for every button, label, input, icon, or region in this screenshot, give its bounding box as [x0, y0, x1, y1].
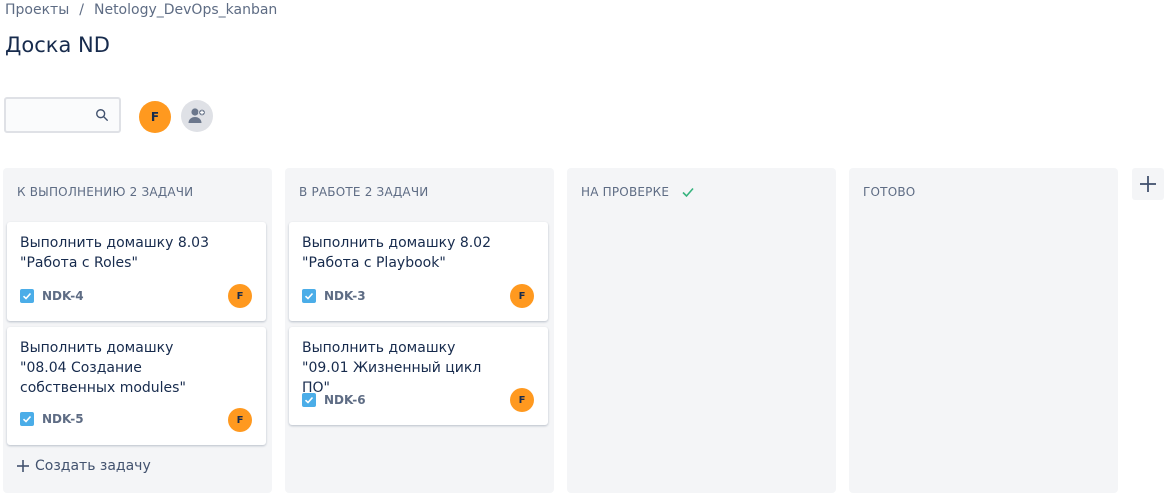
breadcrumb-projects-link[interactable]: Проекты — [5, 2, 69, 18]
checkbox-task-icon — [302, 289, 316, 303]
card-footer: NDK-3 — [302, 289, 366, 303]
task-key[interactable]: NDK-3 — [324, 289, 366, 303]
page-title: Доска ND — [5, 33, 110, 57]
column-header: К ВЫПОЛНЕНИЮ 2 ЗАДАЧИ — [17, 185, 193, 199]
task-card[interactable]: Выполнить домашку "08.04 Создание собств… — [7, 327, 266, 445]
create-task-button[interactable]: Создать задачу — [17, 458, 151, 474]
column-in-progress: В РАБОТЕ 2 ЗАДАЧИ Выполнить домашку 8.02… — [285, 168, 554, 493]
column-title: К ВЫПОЛНЕНИЮ 2 ЗАДАЧИ — [17, 185, 194, 199]
task-card[interactable]: Выполнить домашку 8.02 "Работа с Playboo… — [289, 222, 548, 321]
card-footer: NDK-5 — [20, 412, 84, 426]
task-key[interactable]: NDK-6 — [324, 393, 366, 407]
plus-icon — [1140, 176, 1156, 192]
add-column-button[interactable] — [1132, 168, 1164, 200]
column-header: В РАБОТЕ 2 ЗАДАЧИ — [299, 185, 428, 199]
create-task-label: Создать задачу — [35, 458, 151, 474]
breadcrumb-separator: / — [79, 2, 84, 18]
card-title: Выполнить домашку "08.04 Создание собств… — [20, 340, 186, 396]
plus-icon — [17, 460, 29, 472]
add-member-button[interactable] — [181, 100, 213, 132]
assignee-avatar[interactable]: F — [510, 284, 534, 308]
column-header: ГОТОВО — [863, 185, 915, 199]
column-review: НА ПРОВЕРКЕ — [567, 168, 836, 493]
avatar[interactable]: F — [139, 101, 171, 133]
column-title: НА ПРОВЕРКЕ — [581, 185, 670, 199]
card-title: Выполнить домашку "09.01 Жизненный цикл … — [302, 340, 482, 396]
column-header: НА ПРОВЕРКЕ — [581, 185, 695, 199]
search-icon — [96, 109, 108, 121]
breadcrumb: Проекты / Netology_DevOps_kanban — [5, 2, 277, 18]
add-person-icon — [188, 108, 206, 123]
checkbox-task-icon — [20, 289, 34, 303]
card-footer: NDK-6 — [302, 393, 366, 407]
card-footer: NDK-4 — [20, 289, 84, 303]
search-input[interactable] — [6, 99, 98, 129]
assignee-avatar[interactable]: F — [228, 408, 252, 432]
task-key[interactable]: NDK-5 — [42, 412, 84, 426]
column-todo: К ВЫПОЛНЕНИЮ 2 ЗАДАЧИ Выполнить домашку … — [3, 168, 272, 493]
assignee-avatar[interactable]: F — [228, 284, 252, 308]
task-card[interactable]: Выполнить домашку "09.01 Жизненный цикл … — [289, 327, 548, 425]
checkbox-task-icon — [20, 412, 34, 426]
column-done: ГОТОВО — [849, 168, 1118, 493]
column-title: В РАБОТЕ 2 ЗАДАЧИ — [299, 185, 429, 199]
card-title: Выполнить домашку 8.03 "Работа с Roles" — [20, 235, 209, 271]
assignee-avatar[interactable]: F — [510, 388, 534, 412]
checkbox-task-icon — [302, 393, 316, 407]
breadcrumb-board-link[interactable]: Netology_DevOps_kanban — [94, 2, 277, 18]
task-key[interactable]: NDK-4 — [42, 289, 84, 303]
search-box[interactable] — [4, 97, 121, 133]
card-title: Выполнить домашку 8.02 "Работа с Playboo… — [302, 235, 491, 271]
check-icon — [682, 187, 694, 198]
task-card[interactable]: Выполнить домашку 8.03 "Работа с Roles" … — [7, 222, 266, 321]
column-title: ГОТОВО — [863, 185, 916, 199]
